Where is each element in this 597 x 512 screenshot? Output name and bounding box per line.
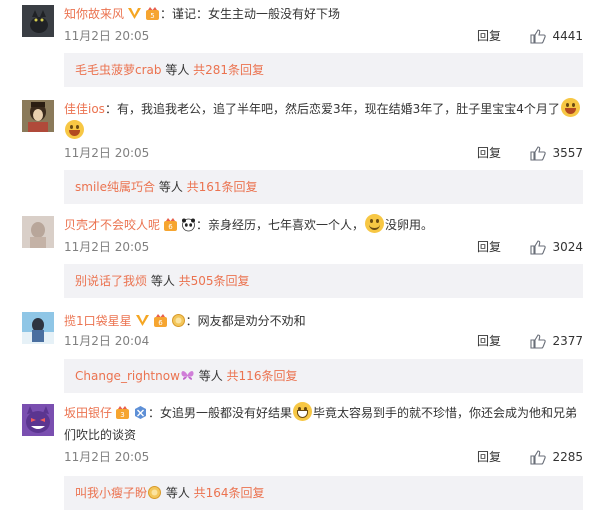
comment-text: ：有，我追我老公，追了半年吧，然后恋爱3年，现在结婚3年了，肚子里宝宝4个月了 — [104, 102, 560, 116]
svg-text:6: 6 — [158, 319, 163, 327]
comment-username[interactable]: 知你故来风 — [64, 7, 124, 21]
sub-reply-user[interactable]: 毛毛虫菠萝crab — [75, 63, 162, 77]
smile-emoji-icon — [365, 214, 385, 233]
star-badge-icon — [135, 406, 147, 419]
member-badge-icon: 5 — [146, 7, 160, 20]
sub-replies: 别说话了我烦 等人 共505条回复 — [64, 264, 583, 298]
comment-text: ：谨记：女生主动一般没有好下场 — [160, 7, 341, 21]
verified-v-icon — [135, 315, 149, 326]
panda-badge-icon — [182, 218, 196, 232]
medal-badge-icon — [171, 314, 185, 327]
sub-reply-count-link[interactable]: 共161条回复 — [187, 180, 258, 194]
avatar[interactable] — [22, 216, 54, 248]
sub-replies: 叫我小瘦子盼 等人 共164条回复 — [64, 476, 583, 510]
comment-username[interactable]: 揽1口袋星星 — [64, 314, 132, 328]
grin-emoji-icon — [293, 402, 313, 421]
comment-text: ：女追男一般都没有好结果 — [148, 406, 293, 420]
avatar[interactable] — [22, 312, 54, 344]
sub-replies: Change_rightnow 等人 共116条回复 — [64, 359, 583, 393]
reply-button[interactable]: 回复 — [477, 237, 501, 257]
comment-time: 11月2日 20:05 — [64, 29, 150, 43]
comment-time: 11月2日 20:05 — [64, 146, 150, 160]
verified-v-icon — [128, 8, 142, 19]
thumb-up-icon — [530, 145, 547, 161]
sub-reply-count-link[interactable]: 共164条回复 — [194, 486, 265, 500]
thumb-up-icon — [530, 333, 547, 349]
comment-text: ：亲身经历，七年喜欢一个人， — [196, 218, 365, 232]
laugh-emoji-icon — [65, 120, 84, 139]
avatar[interactable] — [22, 5, 54, 37]
sub-reply-user[interactable]: smile纯属巧合 — [75, 180, 155, 194]
like-count: 2285 — [552, 450, 583, 464]
like-count: 3557 — [552, 146, 583, 160]
like-count: 2377 — [552, 334, 583, 348]
thumb-up-icon — [530, 28, 547, 44]
svg-text:5: 5 — [150, 12, 154, 20]
avatar[interactable] — [22, 404, 54, 436]
member-badge-icon: 6 — [164, 218, 178, 231]
sub-reply-etc: 等人 — [194, 369, 227, 383]
reply-button[interactable]: 回复 — [477, 26, 501, 46]
member-badge-icon: 6 — [153, 314, 167, 327]
like-button[interactable]: 3557 — [530, 143, 583, 163]
sub-reply-etc: 等人 — [161, 63, 194, 77]
like-button[interactable]: 4441 — [530, 26, 583, 46]
avatar[interactable] — [22, 100, 54, 132]
sub-reply-count-link[interactable]: 共281条回复 — [193, 63, 264, 77]
like-button[interactable]: 3024 — [530, 237, 583, 257]
like-button[interactable]: 2377 — [530, 331, 583, 351]
thumb-up-icon — [530, 449, 547, 465]
like-count: 3024 — [552, 240, 583, 254]
butterfly-badge-icon — [181, 371, 194, 380]
comment-username[interactable]: 佳佳ios — [64, 102, 105, 116]
svg-text:3: 3 — [120, 411, 124, 419]
comment-username[interactable]: 坂田银仔 — [64, 406, 112, 420]
member-badge-icon: 3 — [116, 406, 130, 419]
comment-time: 11月2日 20:05 — [64, 240, 150, 254]
comment-time: 11月2日 20:05 — [64, 450, 150, 464]
sub-reply-user[interactable]: 别说话了我烦 — [75, 274, 147, 288]
reply-button[interactable]: 回复 — [477, 331, 501, 351]
comment-text-tail: 没卵用。 — [385, 218, 434, 232]
sub-reply-user[interactable]: Change_rightnow — [75, 369, 180, 383]
sub-reply-user[interactable]: 叫我小瘦子盼 — [75, 486, 147, 500]
medal-badge-icon — [148, 486, 162, 499]
comment-text: ：网友都是劝分不劝和 — [185, 314, 306, 328]
svg-text:6: 6 — [168, 223, 173, 231]
sub-reply-etc: 等人 — [147, 274, 179, 288]
comment-username[interactable]: 贝壳才不会咬人呢 — [64, 218, 160, 232]
sub-reply-count-link[interactable]: 共116条回复 — [227, 369, 298, 383]
sub-reply-etc: 等人 — [162, 486, 194, 500]
reply-button[interactable]: 回复 — [477, 143, 501, 163]
comment-time: 11月2日 20:04 — [64, 334, 150, 348]
sub-replies: smile纯属巧合 等人 共161条回复 — [64, 170, 583, 204]
thumb-up-icon — [530, 239, 547, 255]
laugh-emoji-icon — [560, 98, 580, 117]
like-count: 4441 — [552, 29, 583, 43]
sub-replies: 毛毛虫菠萝crab 等人 共281条回复 — [64, 53, 583, 87]
like-button[interactable]: 2285 — [530, 447, 583, 467]
sub-reply-count-link[interactable]: 共505条回复 — [179, 274, 250, 288]
sub-reply-etc: 等人 — [155, 180, 187, 194]
reply-button[interactable]: 回复 — [477, 447, 501, 467]
